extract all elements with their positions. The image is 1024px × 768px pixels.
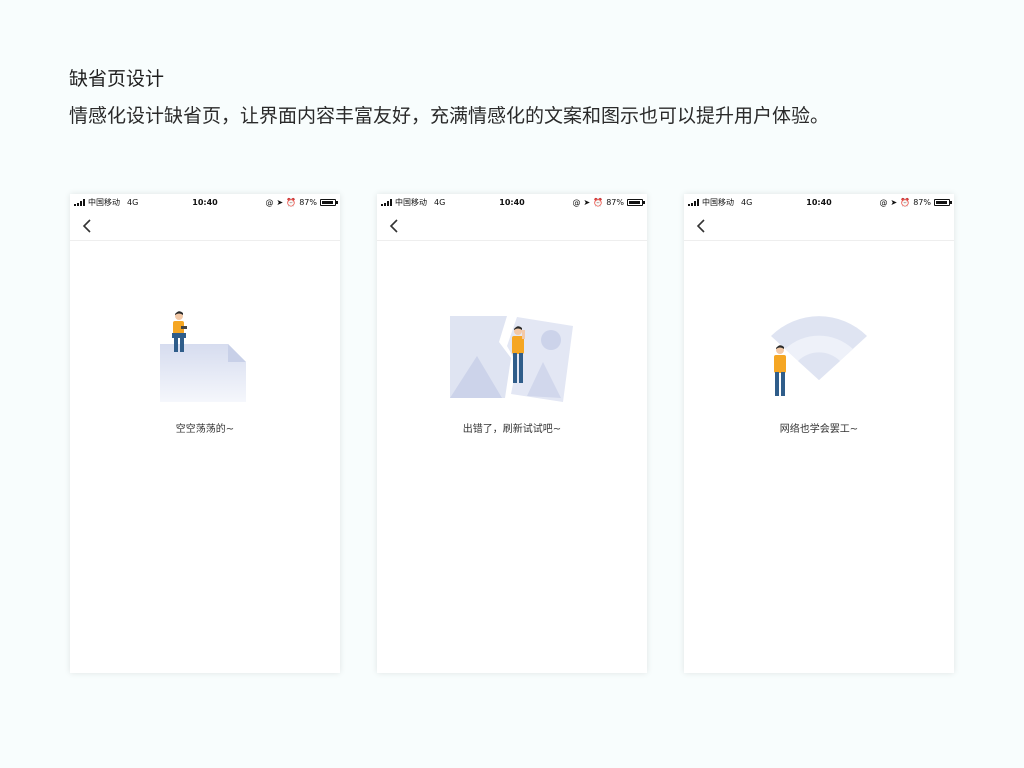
alarm-icon: ⏰ — [900, 198, 911, 207]
alarm-icon: ⏰ — [286, 198, 297, 207]
status-bar: 中国移动 4G 10:40 @ ➤ ⏰ 87% — [70, 194, 340, 211]
page-description: 情感化设计缺省页，让界面内容丰富友好，充满情感化的文案和图示也可以提升用户体验。 — [69, 105, 830, 127]
at-icon: @ — [572, 198, 581, 207]
broken-image-illustration — [450, 316, 573, 402]
navigation-bar — [70, 211, 340, 241]
battery-percent: 87% — [606, 198, 624, 207]
chevron-left-icon[interactable] — [695, 218, 709, 234]
error-state-caption: 出错了，刷新试试吧~ — [462, 424, 562, 435]
empty-state-caption: 空空荡荡的~ — [175, 424, 235, 435]
battery-percent: 87% — [299, 198, 317, 207]
empty-document-illustration — [160, 311, 246, 402]
chevron-left-icon[interactable] — [388, 218, 402, 234]
phone-screen-empty: 中国移动 4G 10:40 @ ➤ ⏰ 87% 空空荡荡的~ — [70, 194, 340, 673]
page-title: 缺省页设计 — [69, 68, 165, 90]
battery-icon — [320, 199, 338, 206]
location-arrow-icon: ➤ — [276, 198, 284, 207]
phone-screen-network: 中国移动 4G 10:40 @ ➤ ⏰ 87% 网络也学会罢工~ — [684, 194, 954, 673]
at-icon: @ — [265, 198, 274, 207]
battery-icon — [627, 199, 645, 206]
location-arrow-icon: ➤ — [583, 198, 591, 207]
location-arrow-icon: ➤ — [890, 198, 898, 207]
alarm-icon: ⏰ — [593, 198, 604, 207]
battery-percent: 87% — [913, 198, 931, 207]
navigation-bar — [684, 211, 954, 241]
at-icon: @ — [879, 198, 888, 207]
phone-screen-error: 中国移动 4G 10:40 @ ➤ ⏰ 87% 出错了，刷新试试吧~ — [377, 194, 647, 673]
network-state-caption: 网络也学会罢工~ — [779, 424, 859, 435]
status-bar: 中国移动 4G 10:40 @ ➤ ⏰ 87% — [377, 194, 647, 211]
chevron-left-icon[interactable] — [81, 218, 95, 234]
navigation-bar — [377, 211, 647, 241]
wifi-illustration — [771, 316, 867, 396]
status-bar: 中国移动 4G 10:40 @ ➤ ⏰ 87% — [684, 194, 954, 211]
battery-icon — [934, 199, 952, 206]
